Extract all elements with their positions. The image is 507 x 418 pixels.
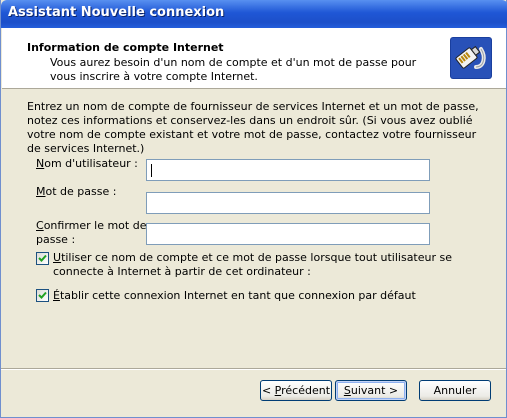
next-accel: S <box>343 384 351 397</box>
window-title: Assistant Nouvelle connexion <box>8 5 225 20</box>
network-cable-icon <box>450 37 492 79</box>
use-for-all-accel: U <box>53 251 62 264</box>
intro-text: Entrez un nom de compte de fournisseur d… <box>27 100 479 155</box>
username-label: Nom d'utilisateur : <box>36 157 138 171</box>
wizard-header: Information de compte Internet Vous aure… <box>2 28 506 89</box>
password-input[interactable] <box>146 192 430 214</box>
back-rest: récédent <box>281 384 331 397</box>
confirm-password-input[interactable] <box>146 223 430 245</box>
header-subtitle: Vous aurez besoin d'un nom de compte et … <box>50 56 417 83</box>
confirm-label: Confirmer le mot de passe : <box>36 219 146 247</box>
username-input[interactable] <box>146 159 430 181</box>
checkmark-icon <box>38 291 47 299</box>
wizard-window: Assistant Nouvelle connexion Information… <box>0 0 507 418</box>
default-connection-accel: É <box>53 289 60 302</box>
default-connection-rest: tablir cette connexion Internet en tant … <box>59 289 416 302</box>
back-prefix: < <box>261 384 275 397</box>
checkmark-icon <box>38 254 47 262</box>
text-caret <box>151 164 152 177</box>
use-for-all-label[interactable]: Utiliser ce nom de compte et ce mot de p… <box>53 251 473 279</box>
next-rest: uivant > <box>350 384 399 397</box>
footer-separator <box>1 368 506 370</box>
password-label: Mot de passe : <box>36 185 116 199</box>
cancel-button[interactable]: Annuler <box>419 380 491 401</box>
username-label-rest: om d'utilisateur : <box>44 157 138 170</box>
confirm-label-accel: C <box>36 219 44 232</box>
default-connection-label[interactable]: Établir cette connexion Internet en tant… <box>53 289 416 303</box>
default-connection-checkbox[interactable] <box>36 289 49 302</box>
next-button[interactable]: Suivant > <box>335 380 407 401</box>
header-title: Information de compte Internet <box>27 41 224 54</box>
title-bar[interactable]: Assistant Nouvelle connexion <box>1 0 507 28</box>
confirm-label-line1: onfirmer le mot de <box>43 219 147 232</box>
use-for-all-rest: tiliser ce nom de compte et ce mot de pa… <box>53 251 453 278</box>
username-label-accel: N <box>36 157 45 170</box>
password-label-rest: ot de passe : <box>45 185 117 198</box>
password-label-accel: M <box>36 185 46 198</box>
use-for-all-checkbox[interactable] <box>36 252 49 265</box>
back-button[interactable]: < Précédent <box>260 380 332 401</box>
confirm-label-line2: passe : <box>36 233 76 246</box>
